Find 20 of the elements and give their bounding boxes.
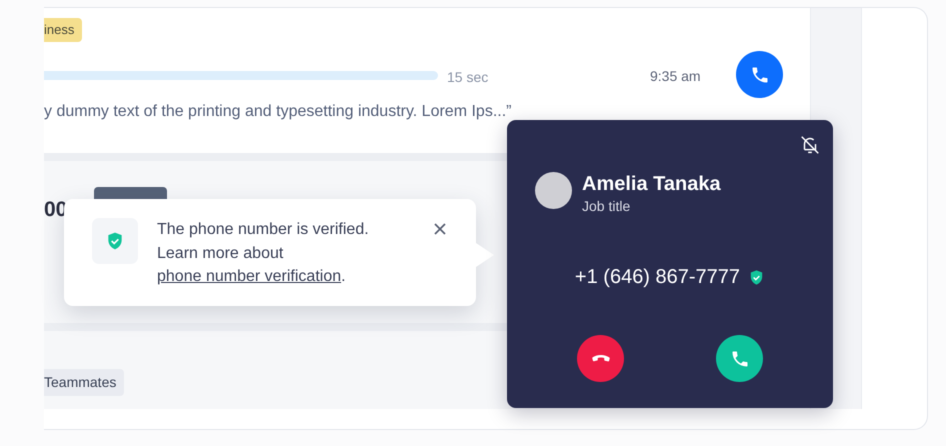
caller-job-title: Job title [582,197,630,216]
tooltip-message: The phone number is verified. Learn more about phone number verification. [157,220,370,287]
duration: 15 sec [447,68,488,87]
call-time: 9:35 am [650,67,701,86]
call-button[interactable] [736,51,783,98]
verification-link[interactable]: phone number verification [157,268,342,285]
hang-up-icon [590,355,610,362]
category-tag: iness [44,18,82,42]
shield-check-icon [92,218,138,264]
close-button[interactable] [432,221,448,237]
muted-bell-icon[interactable] [799,134,821,156]
caller-phone-number: +1 (646) 867-7777 [574,265,740,290]
phone-icon [750,64,770,84]
caller-name: Amelia Tanaka [582,172,721,197]
avatar [535,172,572,209]
category-tag: Teammates [44,369,124,396]
decline-button[interactable] [577,335,624,382]
phone-icon [730,348,750,368]
accept-button[interactable] [716,335,763,382]
message-preview: y dummy text of the printing and typesetting industry. Lorem Ips...” [44,102,512,122]
